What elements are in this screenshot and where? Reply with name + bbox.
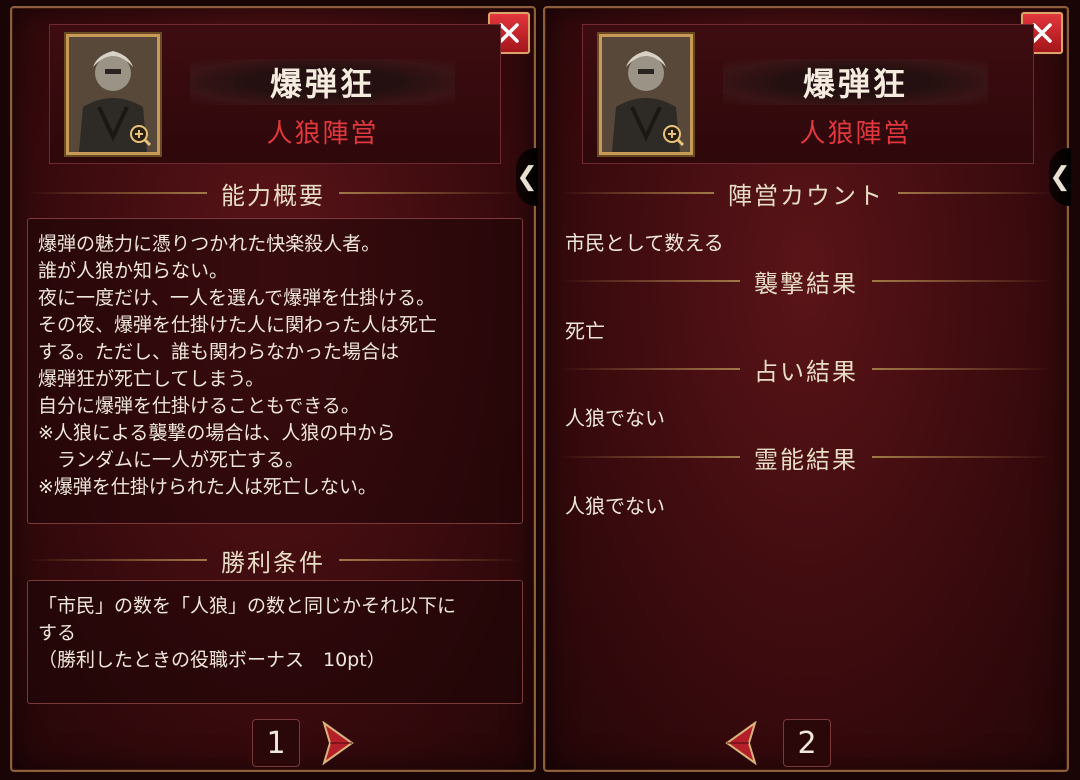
ornament-divider xyxy=(339,192,520,194)
ornament-divider xyxy=(559,280,740,282)
victory-line: する xyxy=(38,622,77,644)
ability-line: 爆弾の魅力に憑りつかれた快楽殺人者。 xyxy=(38,233,381,255)
count-section-title: 陣営カウント xyxy=(545,176,1067,210)
ornament-divider xyxy=(559,368,740,370)
role-name: 爆弾狂 xyxy=(802,65,908,103)
ability-line: 夜に一度だけ、一人を選んで爆弾を仕掛ける。 xyxy=(38,287,436,309)
role-header: 爆弾狂 人狼陣営 xyxy=(582,24,1034,164)
ornament-divider xyxy=(872,456,1053,458)
role-header: 爆弾狂 人狼陣営 xyxy=(49,24,501,164)
ability-description: 爆弾の魅力に憑りつかれた快楽殺人者。 誰が人狼か知らない。 夜に一度だけ、一人を… xyxy=(27,218,523,524)
ornament-divider xyxy=(559,192,714,194)
ability-line: ※人狼による襲撃の場合は、人狼の中から xyxy=(38,422,396,444)
ornament-divider xyxy=(26,559,207,561)
divination-section-title: 占い結果 xyxy=(545,352,1067,386)
role-name-plate: 爆弾狂 xyxy=(190,59,455,105)
attack-value: 死亡 xyxy=(565,319,605,343)
zoom-plus-icon xyxy=(130,125,151,146)
role-portrait[interactable] xyxy=(599,34,693,155)
victory-title: 勝利条件 xyxy=(221,548,325,577)
ability-line: ランダムに一人が死亡する。 xyxy=(38,449,305,471)
role-name-plate: 爆弾狂 xyxy=(723,59,988,105)
medium-title: 霊能結果 xyxy=(754,445,858,474)
role-info-panel-page-2: 爆弾狂 人狼陣営 ❮ 陣営カウント 市民として数える 襲撃結果 死亡 占い結果 … xyxy=(543,6,1071,772)
role-portrait[interactable] xyxy=(66,34,160,155)
victory-line: （勝利したときの役職ボーナス 10pt） xyxy=(38,649,386,671)
ability-line: ※爆弾を仕掛けられた人は死亡しない。 xyxy=(38,476,377,498)
victory-line: 「市民」の数を「人狼」の数と同じかそれ以下に xyxy=(38,595,457,617)
ability-line: 爆弾狂が死亡してしまう。 xyxy=(38,368,265,390)
page-number: 1 xyxy=(252,719,300,767)
divination-value: 人狼でない xyxy=(565,406,665,430)
medium-value: 人狼でない xyxy=(565,494,665,518)
page-number: 2 xyxy=(783,719,831,767)
role-name: 爆弾狂 xyxy=(269,65,375,103)
next-arrow-icon[interactable] xyxy=(320,721,354,765)
ornament-divider xyxy=(872,368,1053,370)
ability-line: 自分に爆弾を仕掛けることもできる。 xyxy=(38,395,360,417)
medium-section-title: 霊能結果 xyxy=(545,440,1067,474)
ornament-divider xyxy=(26,192,207,194)
ornament-divider xyxy=(898,192,1053,194)
ornament-divider xyxy=(559,456,740,458)
divination-title: 占い結果 xyxy=(754,357,858,386)
ability-section-title: 能力概要 xyxy=(12,176,534,210)
ability-line: する。ただし、誰も関わらなかった場合は xyxy=(38,341,400,363)
prev-arrow-icon[interactable] xyxy=(725,721,759,765)
ornament-divider xyxy=(872,280,1053,282)
zoom-plus-icon xyxy=(663,125,684,146)
attack-title: 襲撃結果 xyxy=(754,269,858,298)
victory-description: 「市民」の数を「人狼」の数と同じかそれ以下に する （勝利したときの役職ボーナス… xyxy=(27,580,523,704)
ornament-divider xyxy=(339,559,520,561)
attack-section-title: 襲撃結果 xyxy=(545,264,1067,298)
count-title: 陣営カウント xyxy=(728,181,884,210)
ability-line: その夜、爆弾を仕掛けた人に関わった人は死亡 xyxy=(38,314,438,336)
ability-line: 誰が人狼か知らない。 xyxy=(38,260,229,282)
count-value: 市民として数える xyxy=(565,231,724,255)
ability-title: 能力概要 xyxy=(221,181,325,210)
faction-label: 人狼陣営 xyxy=(266,119,379,149)
role-info-panel-page-1: 爆弾狂 人狼陣営 ❮ 能力概要 爆弾の魅力に憑りつかれた快楽殺人者。 誰が人狼か… xyxy=(10,6,538,772)
victory-section-title: 勝利条件 xyxy=(12,543,534,577)
faction-label: 人狼陣営 xyxy=(799,119,912,149)
